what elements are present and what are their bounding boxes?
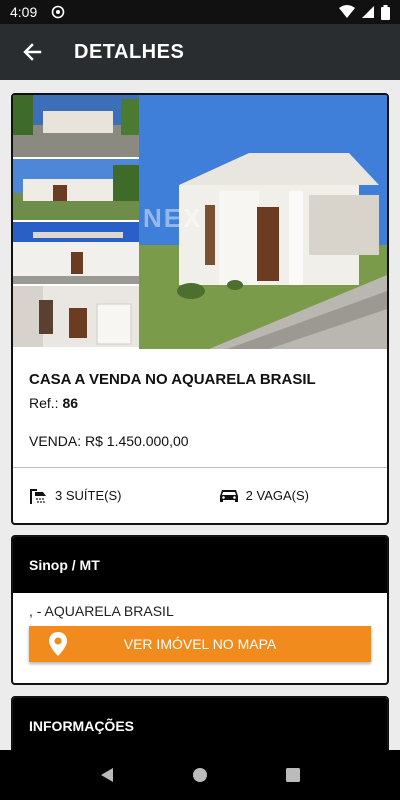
nav-back-button[interactable] (87, 755, 127, 795)
nav-back-icon (100, 768, 113, 782)
location-city: Sinop / MT (13, 537, 387, 593)
photo-thumbnail[interactable] (13, 285, 139, 349)
info-card: INFORMAÇÕES (11, 696, 389, 750)
photo-thumbnail[interactable] (13, 95, 139, 159)
property-info: CASA A VENDA NO AQUARELA BRASIL Ref.: 86… (13, 349, 387, 449)
photo-thumbnails (13, 95, 139, 349)
back-arrow-icon (23, 43, 42, 61)
main-photo[interactable]: NEX (139, 95, 387, 349)
watermark-logo: NEX (143, 203, 203, 233)
property-ref: Ref.: 86 (29, 395, 371, 411)
app-notification-icon (51, 5, 65, 19)
shower-icon (30, 488, 46, 504)
app-bar: DETALHES (0, 24, 400, 80)
ref-label: Ref.: (29, 395, 59, 411)
signal-icon (361, 5, 375, 19)
map-pin-icon (49, 632, 67, 656)
parking-label: 2 VAGA(S) (245, 488, 309, 503)
property-price: VENDA: R$ 1.450.000,00 (29, 433, 189, 449)
system-nav-bar (0, 750, 400, 800)
car-icon (219, 489, 238, 502)
feature-parking: 2 VAGA(S) (218, 488, 309, 504)
photo-thumbnail[interactable] (13, 158, 139, 222)
property-card: NEX CASA A VENDA NO AQUARELA BRASIL Ref.… (11, 93, 389, 525)
property-features: 3 SUÍTE(S) 2 VAGA(S) (13, 467, 387, 523)
page-title: DETALHES (74, 40, 185, 63)
view-on-map-label: VER IMÓVEL NO MAPA (123, 636, 277, 652)
feature-suites: 3 SUÍTE(S) (29, 487, 121, 505)
suites-label: 3 SUÍTE(S) (55, 488, 122, 503)
location-card: Sinop / MT , - AQUARELA BRASIL VER IMÓVE… (11, 535, 389, 685)
nav-home-icon (192, 768, 207, 782)
details-content[interactable]: NEX CASA A VENDA NO AQUARELA BRASIL Ref.… (0, 80, 400, 750)
property-title: CASA A VENDA NO AQUARELA BRASIL (29, 371, 316, 388)
back-button[interactable] (0, 24, 64, 80)
nav-home-button[interactable] (180, 755, 220, 795)
wifi-icon (339, 5, 355, 19)
ref-value: 86 (62, 395, 79, 411)
info-title: INFORMAÇÕES (13, 698, 387, 750)
location-address: , - AQUARELA BRASIL (29, 603, 174, 619)
photo-thumbnail[interactable] (13, 222, 139, 286)
status-time: 4:09 (10, 4, 38, 20)
battery-icon (381, 4, 390, 20)
status-bar: 4:09 (0, 0, 400, 24)
view-on-map-button[interactable]: VER IMÓVEL NO MAPA (29, 626, 371, 662)
photo-gallery: NEX (13, 95, 387, 349)
nav-recents-button[interactable] (273, 755, 313, 795)
nav-recents-icon (286, 768, 301, 782)
